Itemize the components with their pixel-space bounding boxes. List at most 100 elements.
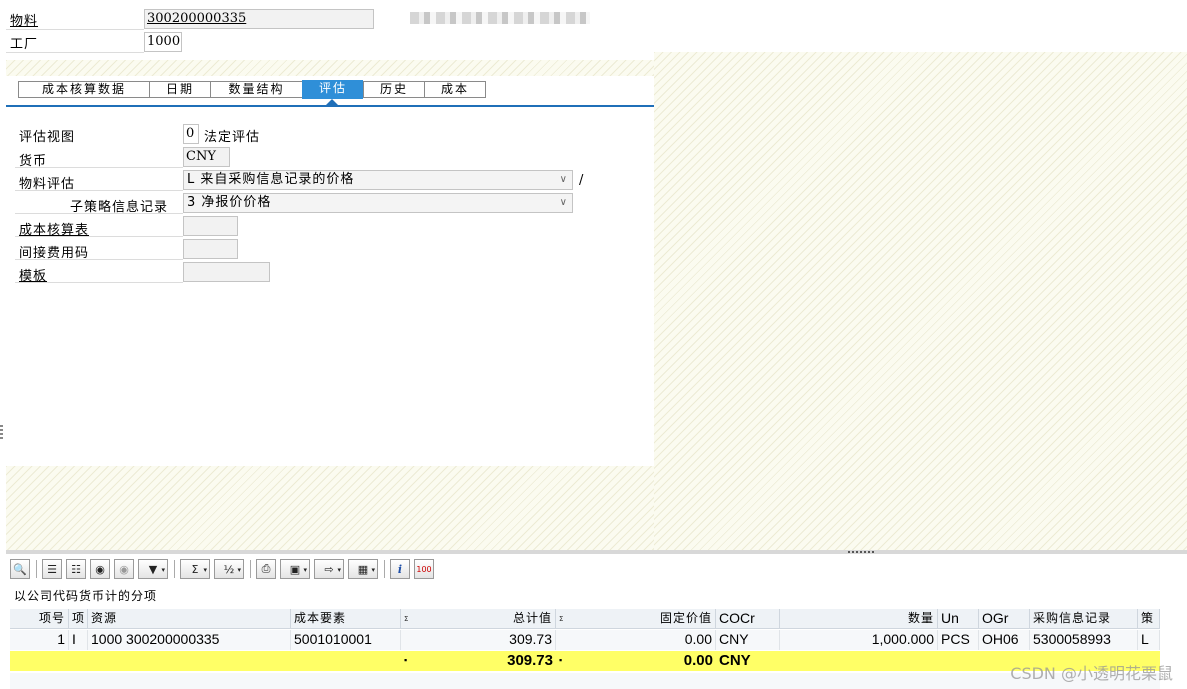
overhead-key-field[interactable]	[183, 239, 238, 259]
cell-resource: 1000 300200000335	[88, 630, 291, 650]
active-tab-indicator	[326, 99, 338, 105]
material-valuation-row-line	[15, 190, 183, 191]
cell-strategy: L	[1138, 630, 1160, 650]
column-header-ogr[interactable]: OGr	[979, 609, 1030, 629]
subtotal-icon[interactable]: ½ ▾	[214, 559, 244, 579]
material-field[interactable]: 300200000335	[144, 9, 374, 29]
column-header-item[interactable]: 项号	[10, 609, 69, 629]
tab-dates[interactable]: 日期	[149, 81, 210, 98]
background-pattern-bottom	[6, 466, 654, 550]
tab-strip: 成本核算数据 日期 数量结构 评估 历史 成本	[18, 80, 486, 99]
material-valuation-select[interactable]: L 来自采购信息记录的价格 ∨	[183, 170, 573, 190]
valuation-view-text: 法定评估	[204, 130, 261, 145]
views-icon[interactable]: ▣ ▾	[280, 559, 310, 579]
grid-title: 以公司代码货币计的分项	[14, 589, 158, 603]
tab-quantity-structure[interactable]: 数量结构	[210, 81, 302, 98]
info-icon[interactable]: i	[390, 559, 410, 579]
cell-ogr: OH06	[979, 630, 1030, 650]
material-valuation-suffix: /	[579, 173, 585, 188]
column-header-fixed-value[interactable]: Σ 固定价值	[556, 609, 716, 629]
plant-label: 工厂	[10, 37, 39, 52]
column-header-quantity[interactable]: 数量	[780, 609, 938, 629]
column-header-type[interactable]: 项	[69, 609, 88, 629]
column-header-info-record[interactable]: 采购信息记录	[1030, 609, 1138, 629]
grid-toolbar: 🔍 ☰ ☷ ◉ ◉ ▼ ▾ Σ ▾ ½ ▾ ⎙ ▣ ▾ ⇨ ▾ ▦ ▾ i 100	[10, 556, 438, 582]
material-row-line	[6, 29, 144, 30]
print-icon[interactable]: ⎙	[256, 559, 276, 579]
cell-currency: CNY	[716, 630, 780, 650]
cell-total-value: 309.73	[401, 630, 556, 650]
sum-icon: Σ	[559, 615, 565, 623]
layout-icon[interactable]: ▦ ▾	[348, 559, 378, 579]
cell-quantity: 1,000.000	[780, 630, 938, 650]
chevron-down-icon: ∨	[559, 174, 567, 185]
toolbar-separator	[174, 560, 175, 578]
material-label: 物料	[10, 14, 39, 29]
totals-marker: ▪	[556, 651, 576, 671]
toolbar-separator	[36, 560, 37, 578]
cell-unit: PCS	[938, 630, 979, 650]
fixed-value-sum: 0.00	[576, 651, 716, 671]
details-icon[interactable]: 🔍	[10, 559, 30, 579]
material-valuation-value: L 来自采购信息记录的价格	[187, 172, 355, 187]
tab-valuation[interactable]: 评估	[302, 80, 363, 99]
find-icon[interactable]: ◉	[90, 559, 110, 579]
tab-costs[interactable]: 成本	[424, 81, 486, 98]
template-row-line	[15, 282, 183, 283]
cell-item: 1	[10, 630, 69, 650]
column-header-fixed-value-label: 固定价值	[659, 611, 712, 625]
grid-totals-row: ▪ 309.73 ▪ 0.00 CNY	[10, 651, 1160, 671]
sum-icon: Σ	[404, 615, 410, 623]
find-next-icon[interactable]: ◉	[114, 559, 134, 579]
cell-fixed-value: 0.00	[556, 630, 716, 650]
tab-underline	[6, 105, 654, 107]
currency-field[interactable]: CNY	[183, 147, 230, 167]
costing-sheet-field[interactable]	[183, 216, 238, 236]
substrategy-select[interactable]: 3 净报价价格 ∨	[183, 193, 573, 213]
valuation-view-label: 评估视图	[19, 130, 76, 145]
column-header-currency[interactable]: COCr	[716, 609, 780, 629]
toolbar-separator	[384, 560, 385, 578]
template-field[interactable]	[183, 262, 270, 282]
sort-descending-icon[interactable]: ☷	[66, 559, 86, 579]
grid-header-row: 项号 项 资源 成本要素 Σ 总计值 Σ 固定价值 COCr 数量 Un OGr 采…	[10, 609, 1160, 629]
column-header-total-value-label: 总计值	[512, 611, 552, 625]
valuation-view-code[interactable]: 0	[183, 124, 199, 144]
tab-history[interactable]: 历史	[363, 81, 424, 98]
grid-empty-area	[10, 673, 1160, 689]
tab-costing-data[interactable]: 成本核算数据	[18, 81, 149, 98]
substrategy-row-line	[15, 213, 183, 214]
column-header-cost-element[interactable]: 成本要素	[291, 609, 401, 629]
column-header-unit[interactable]: Un	[938, 609, 979, 629]
redacted-description	[410, 12, 590, 24]
plant-field[interactable]: 1000	[144, 32, 182, 52]
plant-row-line	[6, 52, 144, 53]
substrategy-value: 3 净报价价格	[187, 195, 272, 210]
column-header-strategy[interactable]: 策	[1138, 609, 1160, 629]
splitter-bar[interactable]	[6, 550, 1187, 554]
totals-marker: ▪	[401, 651, 421, 671]
toolbar-separator	[250, 560, 251, 578]
total-value-sum: 309.73	[421, 651, 556, 671]
filter-icon[interactable]: ▼ ▾	[138, 559, 168, 579]
splitter-grip[interactable]	[848, 551, 876, 553]
cell-type: I	[69, 630, 88, 650]
splitter-handle-left[interactable]	[0, 425, 3, 441]
abc-analysis-icon[interactable]: 100	[414, 559, 434, 579]
cell-cost-element: 5001010001	[291, 630, 401, 650]
table-row[interactable]: 1 I 1000 300200000335 5001010001 309.73 …	[10, 630, 1160, 650]
cell-info-record: 5300058993	[1030, 630, 1138, 650]
column-header-resource[interactable]: 资源	[88, 609, 291, 629]
column-header-total-value[interactable]: Σ 总计值	[401, 609, 556, 629]
currency-row-line	[15, 167, 183, 168]
watermark: CSDN @小透明花栗鼠	[1010, 664, 1173, 683]
overhead-key-row-line	[15, 259, 183, 260]
totals-row-spacer	[10, 651, 401, 671]
background-pattern-top	[6, 60, 654, 76]
sum-icon[interactable]: Σ ▾	[180, 559, 210, 579]
sort-ascending-icon[interactable]: ☰	[42, 559, 62, 579]
background-pattern-right	[654, 52, 1187, 550]
export-icon[interactable]: ⇨ ▾	[314, 559, 344, 579]
costing-sheet-row-line	[15, 236, 183, 237]
chevron-down-icon: ∨	[559, 197, 567, 208]
